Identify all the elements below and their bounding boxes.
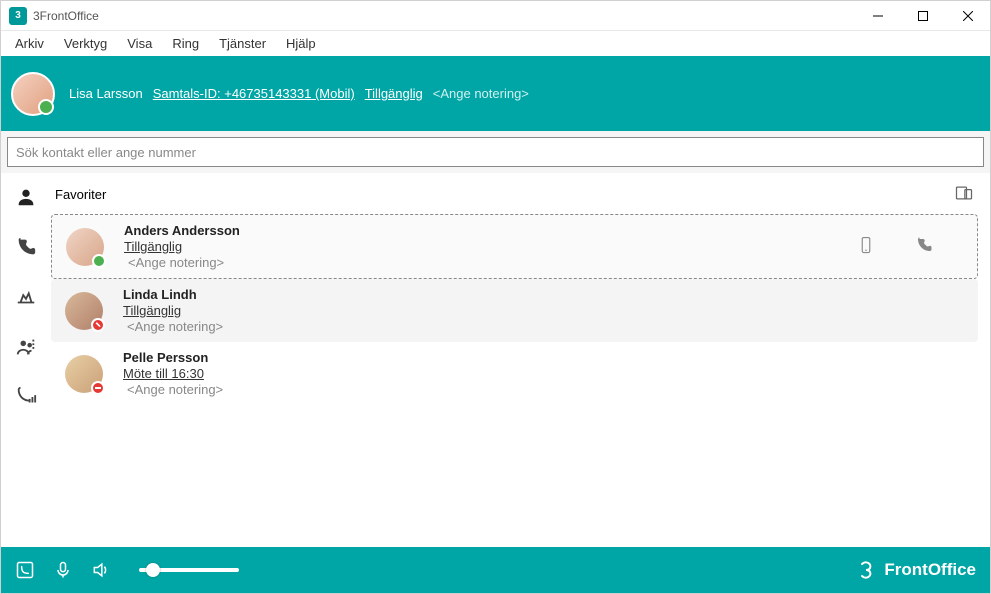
- call-icon[interactable]: [915, 236, 933, 257]
- main-area: Favoriter Anders Andersson Tillgänglig <…: [1, 173, 990, 547]
- contacts-icon[interactable]: [14, 185, 38, 209]
- menu-verktyg[interactable]: Verktyg: [54, 33, 117, 54]
- section-title: Favoriter: [55, 187, 106, 202]
- contact-status[interactable]: Tillgänglig: [124, 239, 857, 254]
- contact-note[interactable]: <Ange notering>: [123, 382, 964, 397]
- window-controls: [855, 1, 990, 31]
- brand: FrontOffice: [854, 558, 976, 582]
- menu-visa[interactable]: Visa: [117, 33, 162, 54]
- presence-badge-available-icon: [92, 254, 106, 268]
- menu-bar: Arkiv Verktyg Visa Ring Tjänster Hjälp: [1, 31, 990, 56]
- app-icon: 3: [9, 7, 27, 25]
- title-bar: 3 3FrontOffice: [1, 1, 990, 31]
- calls-icon[interactable]: [14, 235, 38, 259]
- note-placeholder[interactable]: <Ange notering>: [433, 86, 529, 101]
- speaker-icon[interactable]: [91, 560, 111, 580]
- row-actions: [857, 236, 933, 257]
- content-area: Favoriter Anders Andersson Tillgänglig <…: [51, 173, 990, 547]
- dialpad-icon[interactable]: [15, 560, 35, 580]
- contact-status[interactable]: Tillgänglig: [123, 303, 964, 318]
- contact-avatar: [65, 292, 103, 330]
- contact-name: Pelle Persson: [123, 350, 964, 365]
- menu-arkiv[interactable]: Arkiv: [5, 33, 54, 54]
- section-header: Favoriter: [51, 179, 978, 214]
- minimize-button[interactable]: [855, 1, 900, 31]
- caller-id-link[interactable]: Samtals-ID: +46735143331 (Mobil): [153, 86, 355, 101]
- microphone-icon[interactable]: [53, 560, 73, 580]
- footer-controls: [15, 560, 239, 580]
- contact-row[interactable]: Anders Andersson Tillgänglig <Ange noter…: [51, 214, 978, 279]
- contact-row[interactable]: Pelle Persson Möte till 16:30 <Ange note…: [51, 342, 978, 405]
- brand-logo-icon: [854, 558, 878, 582]
- menu-tjanster[interactable]: Tjänster: [209, 33, 276, 54]
- presence-badge-dnd-icon: [91, 381, 105, 395]
- search-input[interactable]: [7, 137, 984, 167]
- presence-badge-busy-icon: [91, 318, 105, 332]
- contact-note[interactable]: <Ange notering>: [123, 319, 964, 334]
- menu-ring[interactable]: Ring: [162, 33, 209, 54]
- voicemail-icon[interactable]: [14, 285, 38, 309]
- activity-icon[interactable]: [14, 385, 38, 409]
- maximize-button[interactable]: [900, 1, 945, 31]
- close-button[interactable]: [945, 1, 990, 31]
- devices-icon[interactable]: [954, 183, 974, 206]
- menu-hjalp[interactable]: Hjälp: [276, 33, 326, 54]
- contact-avatar: [66, 228, 104, 266]
- footer-bar: FrontOffice: [1, 547, 990, 593]
- contact-info: Linda Lindh Tillgänglig <Ange notering>: [123, 287, 964, 334]
- sidebar: [1, 173, 51, 547]
- slider-thumb[interactable]: [146, 563, 160, 577]
- user-avatar[interactable]: [11, 72, 55, 116]
- contact-name: Anders Andersson: [124, 223, 857, 238]
- queue-icon[interactable]: [14, 335, 38, 359]
- header-info: Lisa Larsson Samtals-ID: +46735143331 (M…: [69, 86, 529, 101]
- contact-status[interactable]: Möte till 16:30: [123, 366, 964, 381]
- contact-avatar: [65, 355, 103, 393]
- header-banner: Lisa Larsson Samtals-ID: +46735143331 (M…: [1, 56, 990, 131]
- presence-link[interactable]: Tillgänglig: [365, 86, 423, 101]
- search-bar: [1, 131, 990, 173]
- user-name: Lisa Larsson: [69, 86, 143, 101]
- contact-info: Pelle Persson Möte till 16:30 <Ange note…: [123, 350, 964, 397]
- mobile-icon[interactable]: [857, 236, 875, 257]
- contact-note[interactable]: <Ange notering>: [124, 255, 857, 270]
- brand-text: FrontOffice: [884, 560, 976, 580]
- volume-slider[interactable]: [139, 568, 239, 572]
- window-title: 3FrontOffice: [33, 9, 855, 23]
- contact-info: Anders Andersson Tillgänglig <Ange noter…: [124, 223, 857, 270]
- contact-row[interactable]: Linda Lindh Tillgänglig <Ange notering>: [51, 279, 978, 342]
- contact-name: Linda Lindh: [123, 287, 964, 302]
